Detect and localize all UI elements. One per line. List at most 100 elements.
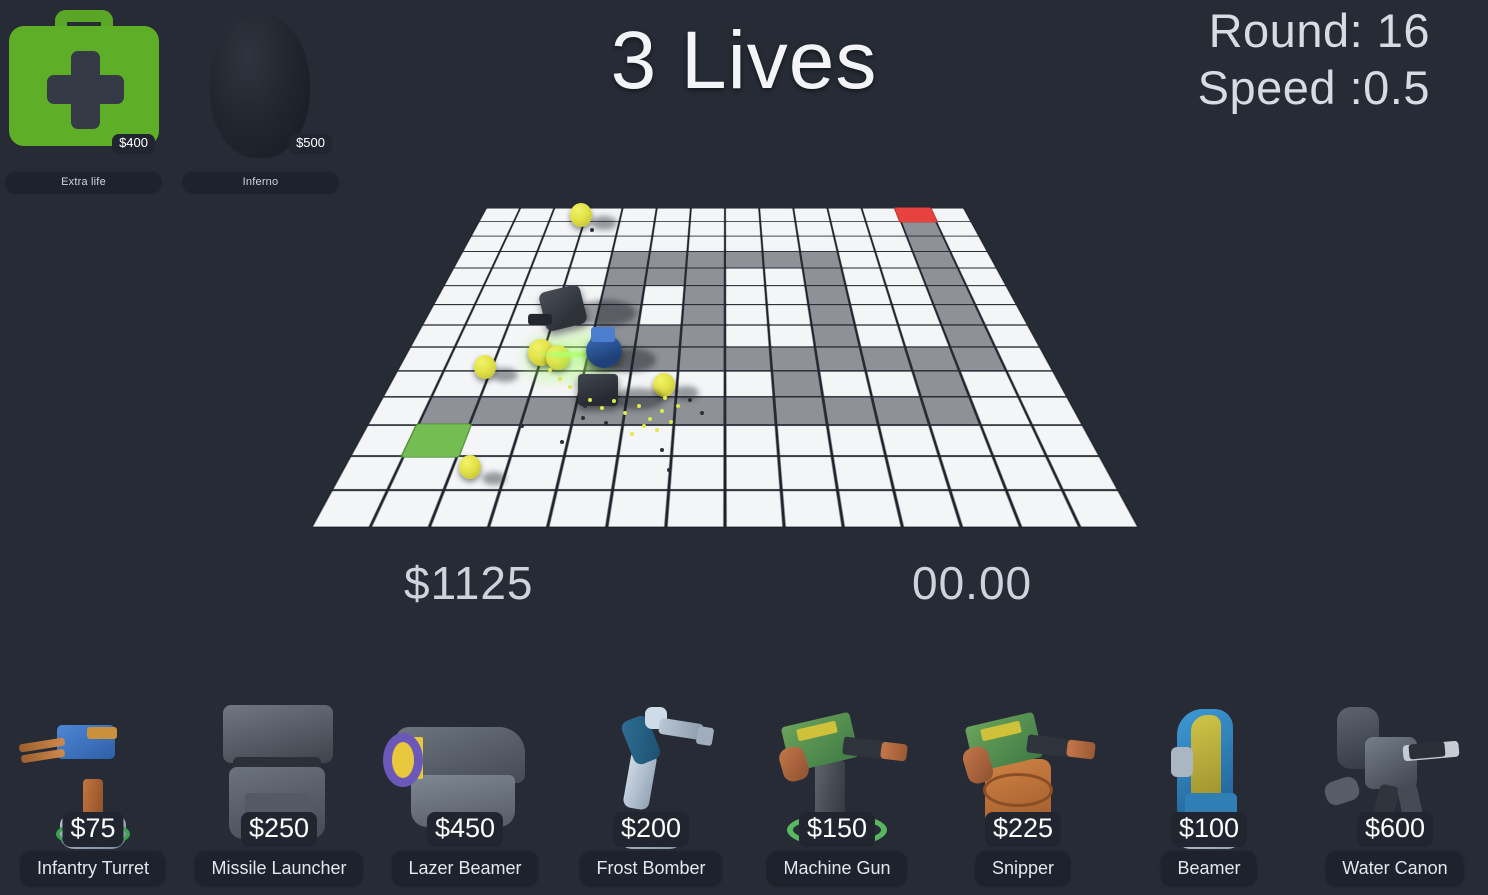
board-build-tile[interactable] [761, 222, 797, 236]
shop-item-frost-bomber[interactable]: $200 Frost Bomber [558, 639, 744, 895]
shop-item-machine-gun[interactable]: $150 Machine Gun [744, 639, 930, 895]
board-build-tile[interactable] [639, 305, 682, 325]
board-build-tile[interactable] [862, 208, 900, 222]
board-build-tile[interactable] [951, 252, 996, 268]
board-build-tile[interactable] [766, 286, 807, 304]
board-build-tile[interactable] [1008, 371, 1066, 396]
board-build-tile[interactable] [538, 236, 579, 251]
board-build-tile[interactable] [576, 236, 615, 251]
board-build-tile[interactable] [983, 426, 1045, 456]
board-build-tile[interactable] [769, 325, 814, 347]
board-build-tile[interactable] [372, 491, 442, 527]
board-build-tile[interactable] [799, 236, 837, 251]
board-build-tile[interactable] [352, 426, 416, 456]
board-build-tile[interactable] [952, 491, 1019, 527]
board-build-tile[interactable] [867, 222, 906, 236]
board-build-tile[interactable] [1065, 491, 1138, 527]
board-build-tile[interactable] [783, 491, 842, 527]
board-build-tile[interactable] [571, 252, 611, 268]
board-build-tile[interactable] [887, 457, 948, 490]
board-build-tile[interactable] [490, 491, 554, 527]
board-build-tile[interactable] [986, 325, 1039, 347]
board-build-tile[interactable] [1049, 457, 1117, 490]
board-build-tile[interactable] [463, 236, 506, 251]
board-build-tile[interactable] [512, 426, 570, 456]
board-build-tile[interactable] [539, 347, 589, 371]
board-build-tile[interactable] [549, 491, 611, 527]
board-build-tile[interactable] [502, 457, 563, 490]
shop-item-lazer-beamer[interactable]: $450 Lazer Beamer [372, 639, 558, 895]
board-build-tile[interactable] [959, 268, 1005, 285]
board-build-tile[interactable] [553, 305, 599, 325]
board-build-tile[interactable] [677, 371, 724, 396]
board-build-tile[interactable] [532, 252, 574, 268]
board-build-tile[interactable] [726, 491, 783, 527]
board-build-tile[interactable] [937, 222, 978, 236]
board-build-tile[interactable] [628, 371, 677, 396]
board-build-tile[interactable] [613, 236, 651, 251]
board-build-tile[interactable] [726, 457, 780, 490]
board-build-tile[interactable] [479, 208, 519, 222]
board-build-tile[interactable] [726, 208, 759, 222]
board-build-tile[interactable] [525, 268, 569, 285]
board-build-tile[interactable] [614, 457, 670, 490]
board-build-tile[interactable] [510, 305, 557, 325]
board-build-tile[interactable] [997, 347, 1052, 371]
board-build-tile[interactable] [944, 236, 987, 251]
board-build-tile[interactable] [726, 371, 773, 396]
shop-item-beamer[interactable]: $100 Beamer [1116, 639, 1302, 895]
board-build-tile[interactable] [881, 268, 925, 285]
shop-item-snipper[interactable]: $225 Snipper [930, 639, 1116, 895]
shop-item-infantry-turret[interactable]: $75 Infantry Turret [0, 639, 186, 895]
board-build-tile[interactable] [579, 371, 630, 396]
board-build-tile[interactable] [433, 371, 489, 396]
board-build-tile[interactable] [398, 347, 453, 371]
board-build-tile[interactable] [558, 457, 616, 490]
board-build-tile[interactable] [559, 286, 603, 304]
board-build-tile[interactable] [843, 268, 885, 285]
board-build-tile[interactable] [476, 286, 523, 304]
board-build-tile[interactable] [423, 305, 473, 325]
board-build-tile[interactable] [501, 325, 550, 347]
game-board[interactable] [312, 95, 1138, 575]
board-build-tile[interactable] [961, 371, 1017, 396]
board-build-tile[interactable] [726, 236, 762, 251]
board-build-tile[interactable] [794, 208, 830, 222]
board-build-tile[interactable] [653, 222, 689, 236]
board-build-tile[interactable] [762, 236, 799, 251]
board-build-tile[interactable] [765, 268, 805, 285]
board-build-tile[interactable] [941, 457, 1005, 490]
board-build-tile[interactable] [673, 426, 724, 456]
board-build-tile[interactable] [871, 236, 912, 251]
board-build-tile[interactable] [655, 208, 690, 222]
board-build-tile[interactable] [445, 268, 491, 285]
board-build-tile[interactable] [1034, 426, 1098, 456]
board-build-tile[interactable] [619, 426, 672, 456]
board-build-tile[interactable] [482, 371, 536, 396]
board-build-tile[interactable] [585, 208, 622, 222]
board-build-tile[interactable] [546, 325, 594, 347]
board-build-tile[interactable] [643, 286, 684, 304]
board-build-tile[interactable] [670, 457, 724, 490]
board-build-tile[interactable] [445, 347, 498, 371]
board-build-tile[interactable] [829, 426, 884, 456]
board-build-tile[interactable] [726, 325, 769, 347]
board-build-tile[interactable] [896, 491, 960, 527]
board-build-tile[interactable] [566, 426, 621, 456]
board-build-tile[interactable] [796, 222, 833, 236]
board-build-tile[interactable] [847, 286, 891, 304]
board-build-tile[interactable] [726, 268, 764, 285]
board-build-tile[interactable] [550, 208, 588, 222]
board-build-tile[interactable] [518, 286, 563, 304]
board-build-tile[interactable] [485, 268, 530, 285]
board-build-tile[interactable] [780, 457, 836, 490]
board-build-tile[interactable] [454, 252, 499, 268]
board-build-tile[interactable] [931, 208, 971, 222]
board-build-tile[interactable] [620, 208, 656, 222]
board-build-tile[interactable] [459, 426, 519, 456]
board-build-tile[interactable] [839, 491, 901, 527]
board-build-tile[interactable] [768, 305, 811, 325]
board-build-tile[interactable] [971, 397, 1030, 425]
board-build-tile[interactable] [726, 222, 761, 236]
board-build-tile[interactable] [617, 222, 654, 236]
